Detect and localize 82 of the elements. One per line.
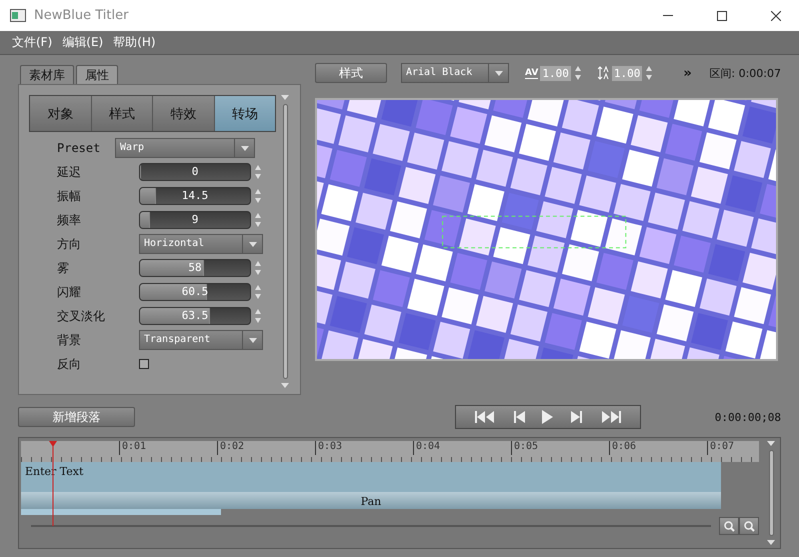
property-label: 交叉淡化	[57, 308, 106, 324]
spin-arrows-icon[interactable]	[254, 188, 262, 204]
caret-icon	[767, 540, 775, 545]
property-label: Preset	[57, 141, 102, 155]
property-label: 闪耀	[57, 284, 82, 300]
clip-bar[interactable]	[21, 509, 221, 515]
spin-arrows-icon[interactable]	[254, 308, 262, 324]
spin-arrows-icon[interactable]	[254, 284, 262, 300]
tracking-field[interactable]: 1.00	[540, 66, 571, 80]
vertical-scrollbar[interactable]	[765, 441, 777, 545]
sub-tab[interactable]: 转场	[214, 96, 275, 131]
ruler-label: 0:05	[511, 441, 609, 455]
time-ruler[interactable]: 0:01 0:02 0:03 0:04 0:05 0:06 0:07	[21, 441, 759, 462]
current-time: 0:00:00;08	[714, 410, 781, 424]
spin-arrows-icon[interactable]	[254, 212, 262, 228]
menu-item[interactable]: 帮助(H)	[113, 34, 156, 51]
caret-icon	[240, 146, 248, 150]
property-label: 延迟	[57, 164, 82, 180]
menu-item[interactable]: 文件(F)	[12, 34, 52, 51]
ruler-label: 0:03	[315, 441, 413, 455]
tracking-label: AV	[525, 68, 538, 78]
slider-track[interactable]: 58	[139, 259, 251, 277]
spin-arrows-icon[interactable]	[645, 65, 654, 81]
property-label: 频率	[57, 212, 82, 228]
spin-arrows-icon[interactable]	[254, 260, 262, 276]
ruler-label: 0:04	[413, 441, 511, 455]
window-title: NewBlue Titler	[34, 8, 130, 23]
scrollbar[interactable]	[280, 95, 290, 388]
caret-icon	[494, 70, 502, 76]
font-dropdown[interactable]: Arial Black	[401, 63, 509, 83]
more-button[interactable]: »	[683, 66, 692, 80]
magnifier-icon	[724, 520, 734, 532]
ruler-label: 0:06	[609, 441, 707, 455]
skip-to-end-icon[interactable]	[600, 410, 622, 424]
skip-to-start-icon[interactable]	[474, 410, 496, 424]
slider-track[interactable]: 60.5	[139, 283, 251, 301]
add-paragraph-button[interactable]: 新增段落	[18, 407, 135, 427]
zoom-out-button[interactable]	[719, 517, 739, 535]
slider-track[interactable]: 14.5	[139, 187, 251, 205]
property-label: 背景	[57, 332, 82, 348]
transition-track[interactable]: Pan	[21, 492, 721, 509]
ruler-label: 0:02	[217, 441, 315, 455]
caret-icon	[248, 338, 256, 342]
app-icon	[10, 9, 26, 22]
previous-frame-icon[interactable]	[512, 410, 526, 424]
checkbox[interactable]	[139, 359, 149, 369]
property-label: 反向	[57, 356, 82, 372]
dropdown[interactable]: Transparent	[139, 330, 263, 350]
caret-icon	[281, 95, 289, 100]
play-icon[interactable]	[542, 410, 554, 424]
maximize-icon	[717, 10, 727, 20]
slider-track[interactable]: 0	[139, 163, 251, 181]
sub-tab[interactable]: 特效	[153, 96, 214, 131]
slider-track[interactable]: 63.5	[139, 307, 251, 325]
horizontal-scrollbar[interactable]	[31, 525, 711, 527]
ruler-label: 0:01	[119, 441, 217, 455]
spin-arrows-icon[interactable]	[254, 164, 262, 180]
panel-tab[interactable]: 属性	[76, 65, 118, 84]
property-label: 方向	[57, 236, 82, 252]
property-label: 雾	[57, 260, 70, 276]
dropdown[interactable]: Horizontal	[139, 234, 263, 254]
dropdown[interactable]: Warp	[115, 138, 255, 158]
property-label: 振幅	[57, 188, 82, 204]
sub-tab[interactable]: 样式	[92, 96, 153, 131]
duration-label: 区间: 0:00:07	[709, 66, 781, 80]
caret-icon	[248, 242, 256, 246]
zoom-in-button[interactable]	[739, 517, 759, 535]
sub-tab[interactable]: 对象	[30, 96, 92, 131]
line-spacing-icon	[598, 66, 610, 80]
style-button[interactable]: 样式	[315, 63, 387, 83]
close-icon	[771, 10, 781, 20]
slider-track[interactable]: 9	[139, 211, 251, 229]
minimize-icon	[663, 15, 673, 16]
panel-tab[interactable]: 素材库	[20, 65, 74, 84]
caret-icon	[281, 383, 289, 388]
ruler-label: 0:07	[707, 441, 741, 455]
caret-icon	[767, 441, 775, 446]
magnifier-icon	[744, 520, 754, 532]
next-frame-icon[interactable]	[570, 410, 584, 424]
spin-arrows-icon[interactable]	[574, 65, 582, 81]
leading-field[interactable]: 1.00	[612, 66, 642, 80]
menu-item[interactable]: 编辑(E)	[62, 34, 104, 51]
